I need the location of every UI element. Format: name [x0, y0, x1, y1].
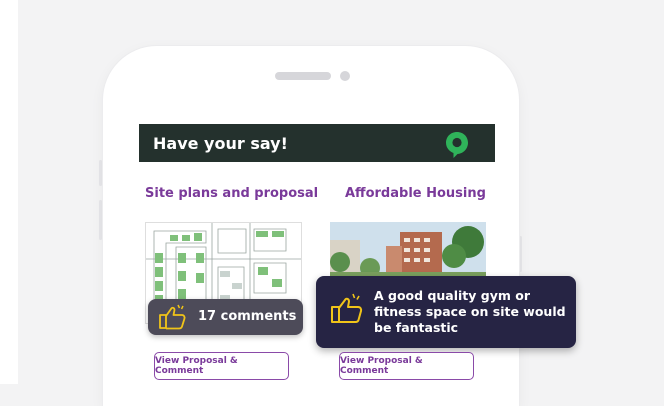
- column-title-affordable-housing: Affordable Housing: [345, 186, 486, 201]
- view-proposal-button[interactable]: View Proposal & Comment: [339, 352, 474, 380]
- phone-speaker: [275, 72, 331, 80]
- column-title-site-plans: Site plans and proposal: [145, 186, 319, 201]
- app-header: Have your say!: [139, 124, 495, 162]
- comment-count-badge[interactable]: 17 comments: [148, 299, 303, 335]
- view-proposal-button[interactable]: View Proposal & Comment: [154, 352, 289, 380]
- housing-photo-drawing: [330, 222, 486, 282]
- header-title: Have your say!: [153, 133, 288, 153]
- phone-side-button: [99, 160, 102, 186]
- phone-side-button: [99, 200, 102, 240]
- comment-quote-card: A good quality gym or fitness space on s…: [316, 276, 576, 348]
- housing-photo[interactable]: [330, 222, 486, 282]
- quote-text: A good quality gym or fitness space on s…: [374, 288, 566, 335]
- phone-side-button: [519, 236, 522, 272]
- phone-camera: [340, 71, 350, 81]
- logo-pin-icon: [446, 132, 468, 158]
- thumbs-up-icon: [331, 293, 363, 323]
- left-edge-panel: [0, 0, 18, 384]
- thumbs-up-icon: [159, 304, 186, 330]
- comment-count-text: 17 comments: [198, 309, 297, 324]
